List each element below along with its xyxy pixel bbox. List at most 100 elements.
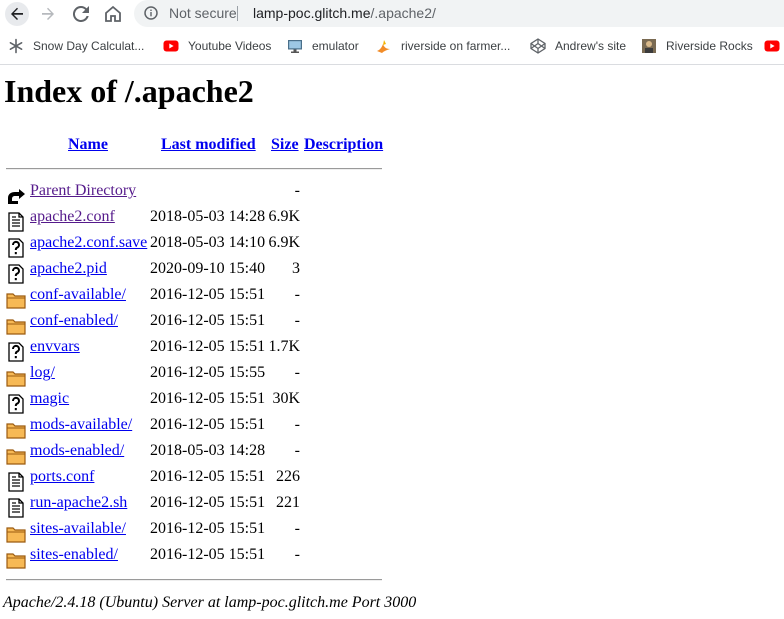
listing-row: apache2.conf 2018-05-03 14:28 6.9K [4,208,384,234]
entry-link[interactable]: magic [30,390,69,408]
text-file-icon [6,498,26,518]
folder-icon [6,524,26,544]
url-host: lamp-poc.glitch.me [253,5,371,21]
arrow-left-icon [11,7,23,20]
text-file-icon [6,472,26,492]
entry-modified: 2018-05-03 14:28 [150,442,266,459]
entry-size: 30K [272,390,300,407]
listing-row: envvars 2016-12-05 15:51 1.7K [4,338,384,364]
toolbar-divider [0,64,784,65]
entry-link[interactable]: apache2.conf.save [30,234,147,252]
monitor-icon [288,40,302,53]
bookmark-emulator[interactable]: emulator [287,38,359,54]
entry-size: 1.7K [268,338,300,355]
entry-size: - [294,312,300,329]
entry-modified: 2016-12-05 15:51 [150,312,266,329]
entry-size: 226 [276,468,300,485]
entry-modified: 2016-12-05 15:51 [150,546,266,563]
text-file-icon [6,212,26,232]
entry-modified: 2016-12-05 15:51 [150,338,266,355]
url-text[interactable]: lamp-poc.glitch.me/.apache2/ [253,5,436,21]
entry-modified: 2016-12-05 15:51 [150,520,266,537]
entry-link[interactable]: run-apache2.sh [30,494,127,512]
entry-size: - [294,364,300,381]
column-header-description[interactable]: Description [304,136,383,154]
entry-modified: 2016-12-05 15:51 [150,468,266,485]
entry-link[interactable]: sites-enabled/ [30,546,118,564]
entry-link[interactable]: mods-available/ [30,416,132,434]
youtube-icon [764,40,780,52]
column-header-name[interactable]: Name [68,136,108,154]
listing-row: Parent Directory - [4,182,384,208]
entry-size: - [294,442,300,459]
entry-modified: 2016-12-05 15:51 [150,416,266,433]
entry-link[interactable]: log/ [30,364,55,382]
listing-row: conf-available/2016-12-05 15:51 - [4,286,384,312]
entry-modified: 2016-12-05 15:51 [150,494,266,511]
folder-icon [6,550,26,570]
listing-row: mods-available/2016-12-05 15:51 - [4,416,384,442]
entry-modified: 2016-12-05 15:51 [150,286,266,303]
entry-link[interactable]: mods-enabled/ [30,442,124,460]
bookmark-riverside-rocks[interactable]: Riverside Rocks [641,38,753,54]
info-icon[interactable] [144,6,158,20]
folder-icon [6,368,26,388]
folder-icon [6,446,26,466]
entry-link[interactable]: conf-enabled/ [30,312,118,330]
bookmark-andrews-site[interactable]: Andrew's site [530,38,626,54]
bookmark-riverside-farmer[interactable]: riverside on farmer... [376,38,510,54]
entry-modified: 2016-12-05 15:51 [150,390,266,407]
bookmark-label: Riverside Rocks [666,39,753,53]
forward-button[interactable] [37,3,59,25]
bookmark-youtube-overflow[interactable] [764,38,784,54]
unknown-file-icon [6,394,26,414]
browser-toolbar: Not secure lamp-poc.glitch.me/.apache2/ [0,0,784,27]
listing-row: conf-enabled/2016-12-05 15:51 - [4,312,384,338]
listing-row: apache2.pid 2020-09-10 15:40 3 [4,260,384,286]
bookmark-label: Snow Day Calculat... [33,39,145,53]
entry-link[interactable]: apache2.conf [30,208,115,226]
entry-size: 3 [292,260,300,277]
listing-row: run-apache2.sh 2016-12-05 15:51 221 [4,494,384,520]
header-rule [6,168,382,170]
bookmark-label: emulator [312,39,359,53]
bookmark-label: riverside on farmer... [401,39,511,53]
avatar-icon [642,39,656,53]
column-header-last-modified[interactable]: Last modified [161,136,256,154]
entry-modified: 2018-05-03 14:10 [150,234,266,251]
entry-modified: 2018-05-03 14:28 [150,208,266,225]
bookmark-snow-day[interactable]: Snow Day Calculat... [8,38,144,54]
entry-size: 6.9K [268,234,300,251]
bookmarks-bar: Snow Day Calculat... Youtube Videos emul… [0,27,784,64]
folder-icon [6,290,26,310]
bookmark-youtube-videos[interactable]: Youtube Videos [163,38,271,54]
address-separator [237,6,238,21]
entry-link[interactable]: apache2.pid [30,260,107,278]
listing-row: magic 2016-12-05 15:51 30K [4,390,384,416]
home-icon [105,5,121,22]
entry-size: - [294,520,300,537]
entry-modified: 2020-09-10 15:40 [150,260,266,277]
entry-link[interactable]: envvars [30,338,80,356]
entry-size: - [294,286,300,303]
unknown-file-icon [6,264,26,284]
entry-size: - [294,416,300,433]
unknown-file-icon [6,342,26,362]
reload-button[interactable] [70,3,92,25]
youtube-icon [163,40,179,52]
entry-size: - [294,546,300,563]
back-button[interactable] [5,2,29,26]
entry-link[interactable]: Parent Directory [30,182,136,200]
listing-row: apache2.conf.save 2018-05-03 14:10 6.9K [4,234,384,260]
not-secure-label[interactable]: Not secure [169,5,237,21]
home-button[interactable] [102,3,124,25]
entry-link[interactable]: sites-available/ [30,520,126,538]
entry-link[interactable]: conf-available/ [30,286,126,304]
bookmark-label: Andrew's site [555,39,626,53]
folder-icon [6,316,26,336]
address-bar[interactable]: Not secure lamp-poc.glitch.me/.apache2/ [134,0,784,27]
listing-row: sites-available/2016-12-05 15:51 - [4,520,384,546]
column-header-size[interactable]: Size [271,136,299,154]
entry-size: 6.9K [268,208,300,225]
entry-link[interactable]: ports.conf [30,468,94,486]
